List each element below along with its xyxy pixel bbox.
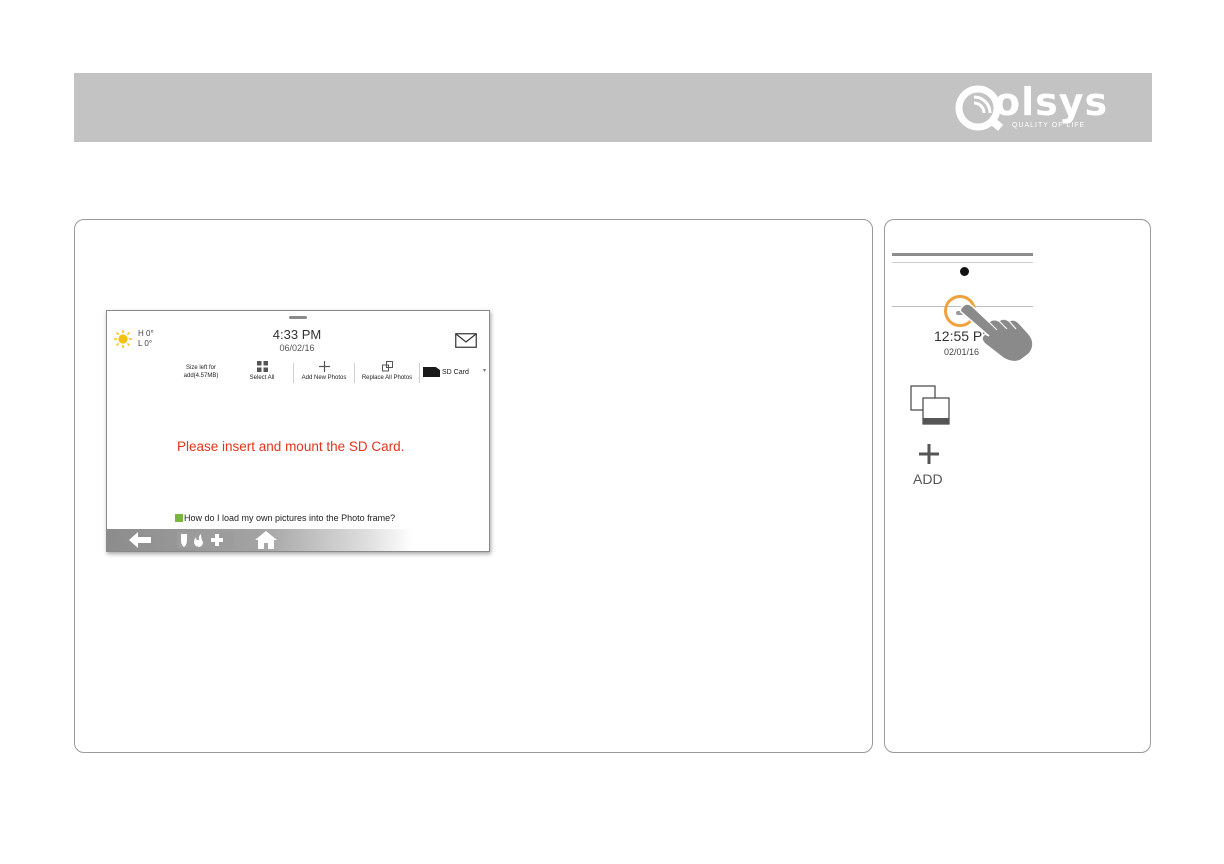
replace-icon: [381, 361, 393, 372]
add-new-photos-button[interactable]: Add New Photos: [295, 361, 353, 381]
security-status-icons[interactable]: [177, 532, 233, 548]
back-arrow-icon[interactable]: [129, 532, 151, 548]
sun-icon: [114, 330, 132, 348]
storage-source-dropdown[interactable]: SD Card: [423, 367, 469, 377]
weather-readout: H 0° L 0°: [138, 329, 154, 349]
grid-icon: [256, 361, 268, 372]
help-link-icon: [175, 514, 183, 522]
page-indicator-dot: [960, 267, 969, 276]
photo-frame-screen: H 0° L 0° 4:33 PM 06/02/16 Size left for…: [106, 310, 490, 552]
home-icon[interactable]: [255, 531, 277, 549]
header-band: olsys QUALITY OF LIFE: [74, 73, 1152, 142]
clock-time: 4:33 PM: [272, 327, 322, 342]
weather-low: L 0°: [138, 339, 153, 348]
pointing-hand-icon: [959, 303, 1034, 363]
add-plus-icon[interactable]: [918, 443, 940, 465]
drawer-divider: [892, 262, 1033, 263]
select-all-button[interactable]: Select All: [240, 361, 284, 381]
bottom-nav-bar: [107, 529, 489, 551]
select-photos-icon[interactable]: [910, 385, 950, 425]
pull-down-handle[interactable]: [289, 316, 307, 319]
clock-date: 06/02/16: [279, 343, 315, 353]
add-new-photos-label: Add New Photos: [301, 375, 347, 381]
logo-wordmark: olsys: [994, 80, 1109, 124]
drawer-top-bar: [892, 253, 1033, 256]
replace-all-photos-button[interactable]: Replace All Photos: [356, 361, 418, 381]
dropdown-caret-icon[interactable]: ▾: [483, 367, 486, 374]
help-link[interactable]: How do I load my own pictures into the P…: [175, 513, 395, 523]
help-link-label: How do I load my own pictures into the P…: [184, 513, 396, 523]
logo-tagline: QUALITY OF LIFE: [1012, 122, 1086, 129]
toolbar-divider: [354, 363, 355, 383]
toolbar-divider: [419, 363, 420, 383]
plus-icon: [318, 361, 330, 372]
sd-card-error-message: Please insert and mount the SD Card.: [177, 439, 405, 454]
qolsys-logo: olsys QUALITY OF LIFE: [954, 80, 1134, 134]
toolbar-divider: [293, 363, 294, 383]
mail-icon[interactable]: [455, 333, 477, 348]
weather-high: H 0°: [138, 329, 154, 338]
add-button-label[interactable]: ADD: [913, 471, 943, 487]
storage-source-label: SD Card: [442, 368, 469, 376]
replace-all-photos-label: Replace All Photos: [361, 375, 413, 381]
storage-size-left: Size left for add(4.57MB): [183, 365, 219, 379]
select-all-label: Select All: [249, 375, 275, 381]
sd-card-icon: [423, 367, 440, 377]
